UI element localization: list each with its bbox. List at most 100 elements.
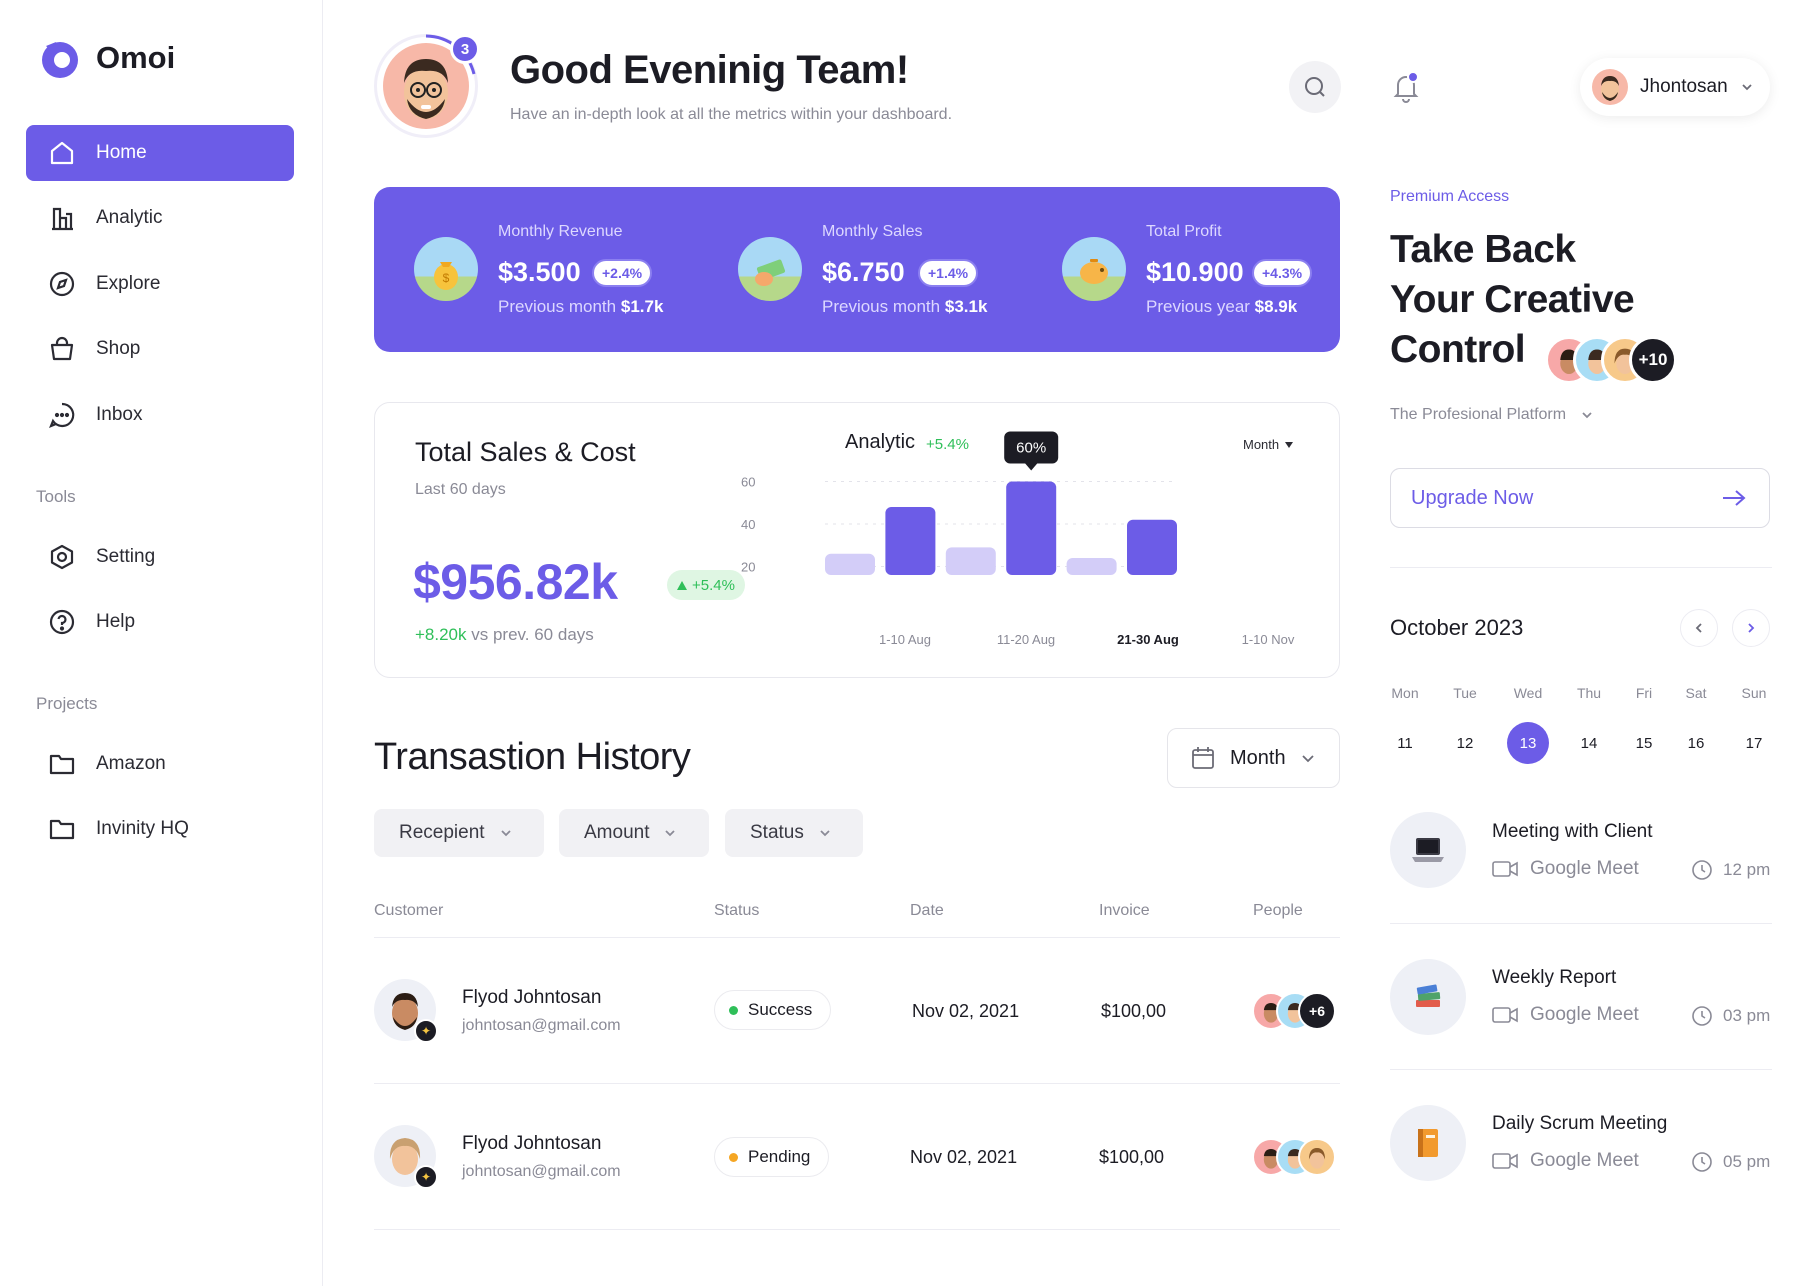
calendar-next-button[interactable] — [1732, 609, 1770, 647]
platform-label: The Profesional Platform — [1390, 406, 1567, 423]
bar-chart-icon — [52, 207, 73, 231]
sidebar-item-home[interactable]: Home — [26, 125, 294, 181]
star-badge-icon: ✦ — [414, 1165, 438, 1189]
logo-icon — [42, 42, 78, 78]
event-location: Google Meet — [1492, 1004, 1639, 1026]
help-circle-icon — [49, 609, 75, 635]
calendar-day[interactable]: 16 — [1675, 722, 1717, 764]
sidebar-item-invinity-hq[interactable]: Invinity HQ — [26, 801, 294, 857]
shopping-bag-icon — [50, 336, 74, 361]
people-avatars[interactable] — [1252, 1138, 1336, 1176]
kpi-monthly-sales: Monthly Sales $6.750 +1.4% Previous mont… — [698, 187, 1018, 352]
sidebar-item-explore[interactable]: Explore — [26, 256, 294, 312]
kpi-previous: Previous year $8.9k — [1146, 297, 1297, 317]
sidebar-item-label: Explore — [96, 273, 161, 294]
x-tick-label: 21-30 Aug — [1117, 632, 1179, 647]
filter-amount[interactable]: Amount — [559, 809, 709, 857]
chevron-down-icon — [665, 830, 676, 837]
column-header-customer[interactable]: Customer — [374, 902, 443, 920]
calendar-day[interactable]: 14 — [1568, 722, 1610, 764]
calendar-day[interactable]: 15 — [1623, 722, 1665, 764]
customer-email: johntosan@gmail.com — [462, 1163, 621, 1180]
x-tick-label: 1-10 Nov — [1242, 632, 1295, 647]
calendar-icon — [1192, 747, 1214, 769]
calendar-prev-button[interactable] — [1680, 609, 1718, 647]
chart-bar — [945, 547, 996, 575]
x-tick-label: 1-10 Aug — [879, 632, 931, 647]
people-avatars[interactable]: +6 — [1252, 992, 1336, 1030]
upgrade-button[interactable]: Upgrade Now — [1390, 468, 1770, 528]
status-badge: Pending — [714, 1137, 830, 1177]
search-button[interactable] — [1289, 61, 1341, 113]
section-divider — [1390, 923, 1772, 924]
customer-name: Flyod Johntosan — [462, 1133, 602, 1154]
sidebar-item-help[interactable]: Help — [26, 594, 294, 650]
kpi-total-profit: Total Profit $10.900 +4.3% Previous year… — [1022, 187, 1340, 352]
piggy-bank-icon — [1062, 237, 1126, 301]
clock-icon — [1692, 860, 1712, 880]
kpi-previous-label: Previous year — [1146, 297, 1250, 316]
sidebar-item-inbox[interactable]: Inbox — [26, 387, 294, 443]
kpi-banner: $ Monthly Revenue $3.500 +2.4% Previous … — [374, 187, 1340, 352]
calendar-day[interactable]: 11 — [1384, 722, 1426, 764]
column-header-people[interactable]: People — [1253, 902, 1303, 920]
sidebar-item-label: Setting — [96, 546, 156, 567]
notification-button[interactable] — [1390, 70, 1422, 104]
sidebar: Omoi Home Analytic Explore Shop Inbox To… — [0, 0, 323, 1286]
row-invoice: $100,00 — [1101, 1001, 1167, 1021]
calendar-day-selected[interactable]: 13 — [1507, 722, 1549, 764]
notebook-icon — [1390, 1105, 1466, 1181]
customer-avatar: ✦ — [374, 979, 438, 1043]
platform-select[interactable]: The Profesional Platform — [1390, 406, 1594, 424]
user-menu[interactable]: Jhontosan — [1580, 58, 1770, 116]
tooltip-label: 60% — [1016, 440, 1046, 457]
chevron-down-icon — [1582, 412, 1592, 419]
sidebar-item-amazon[interactable]: Amazon — [26, 736, 294, 792]
chart-bar — [1066, 558, 1117, 575]
bell-icon — [1393, 71, 1419, 103]
sidebar-item-label: Inbox — [96, 404, 143, 425]
user-avatar — [1592, 69, 1628, 105]
sidebar-item-analytic[interactable]: Analytic — [26, 190, 294, 246]
x-tick-label: 11-20 Aug — [997, 632, 1055, 647]
team-avatar[interactable]: 3 — [374, 34, 480, 138]
y-tick-label: 20 — [741, 560, 755, 575]
arrow-right-icon — [1723, 490, 1746, 506]
cash-hand-icon — [738, 237, 802, 301]
column-header-date[interactable]: Date — [910, 902, 944, 920]
sidebar-item-label: Help — [96, 611, 136, 632]
kpi-value: $6.750 — [822, 257, 905, 287]
kpi-change-badge: +1.4% — [918, 259, 979, 287]
kpi-label: Monthly Sales — [822, 223, 923, 240]
filter-status[interactable]: Status — [725, 809, 863, 857]
sidebar-item-label: Shop — [96, 338, 141, 359]
video-camera-icon — [1492, 861, 1518, 877]
chevron-down-icon — [500, 830, 511, 837]
customer-avatar: ✦ — [374, 1125, 438, 1189]
filter-label: Amount — [584, 822, 650, 843]
kpi-previous-value: $1.7k — [620, 297, 664, 316]
calendar-day[interactable]: 17 — [1733, 722, 1775, 764]
sidebar-item-shop[interactable]: Shop — [26, 321, 294, 377]
column-header-invoice[interactable]: Invoice — [1099, 902, 1150, 920]
weekday-label: Sat — [1685, 685, 1707, 701]
promo-line: Take Back — [1390, 228, 1576, 271]
event-time: 03 pm — [1691, 1005, 1770, 1027]
page-subtitle: Have an in-depth look at all the metrics… — [510, 106, 953, 123]
chevron-left-icon — [1695, 623, 1702, 633]
chart-bar — [885, 507, 936, 575]
sidebar-item-label: Home — [96, 142, 147, 163]
premium-eyebrow: Premium Access — [1390, 188, 1510, 205]
event-title: Weekly Report — [1492, 967, 1617, 988]
sales-cost-card: Total Sales & Cost Last 60 days $956.82k… — [374, 402, 1340, 678]
calendar-day[interactable]: 12 — [1444, 722, 1486, 764]
filter-recipient[interactable]: Recepient — [374, 809, 544, 857]
period-select-value: Month — [1230, 746, 1286, 769]
sidebar-item-setting[interactable]: Setting — [26, 529, 294, 585]
brand-logo[interactable]: Omoi — [38, 36, 175, 80]
customer-name: Flyod Johntosan — [462, 987, 602, 1008]
status-badge: Success — [714, 990, 832, 1030]
period-select[interactable]: Month — [1167, 728, 1340, 788]
column-header-status[interactable]: Status — [714, 902, 759, 920]
clock-icon — [1692, 1152, 1712, 1172]
